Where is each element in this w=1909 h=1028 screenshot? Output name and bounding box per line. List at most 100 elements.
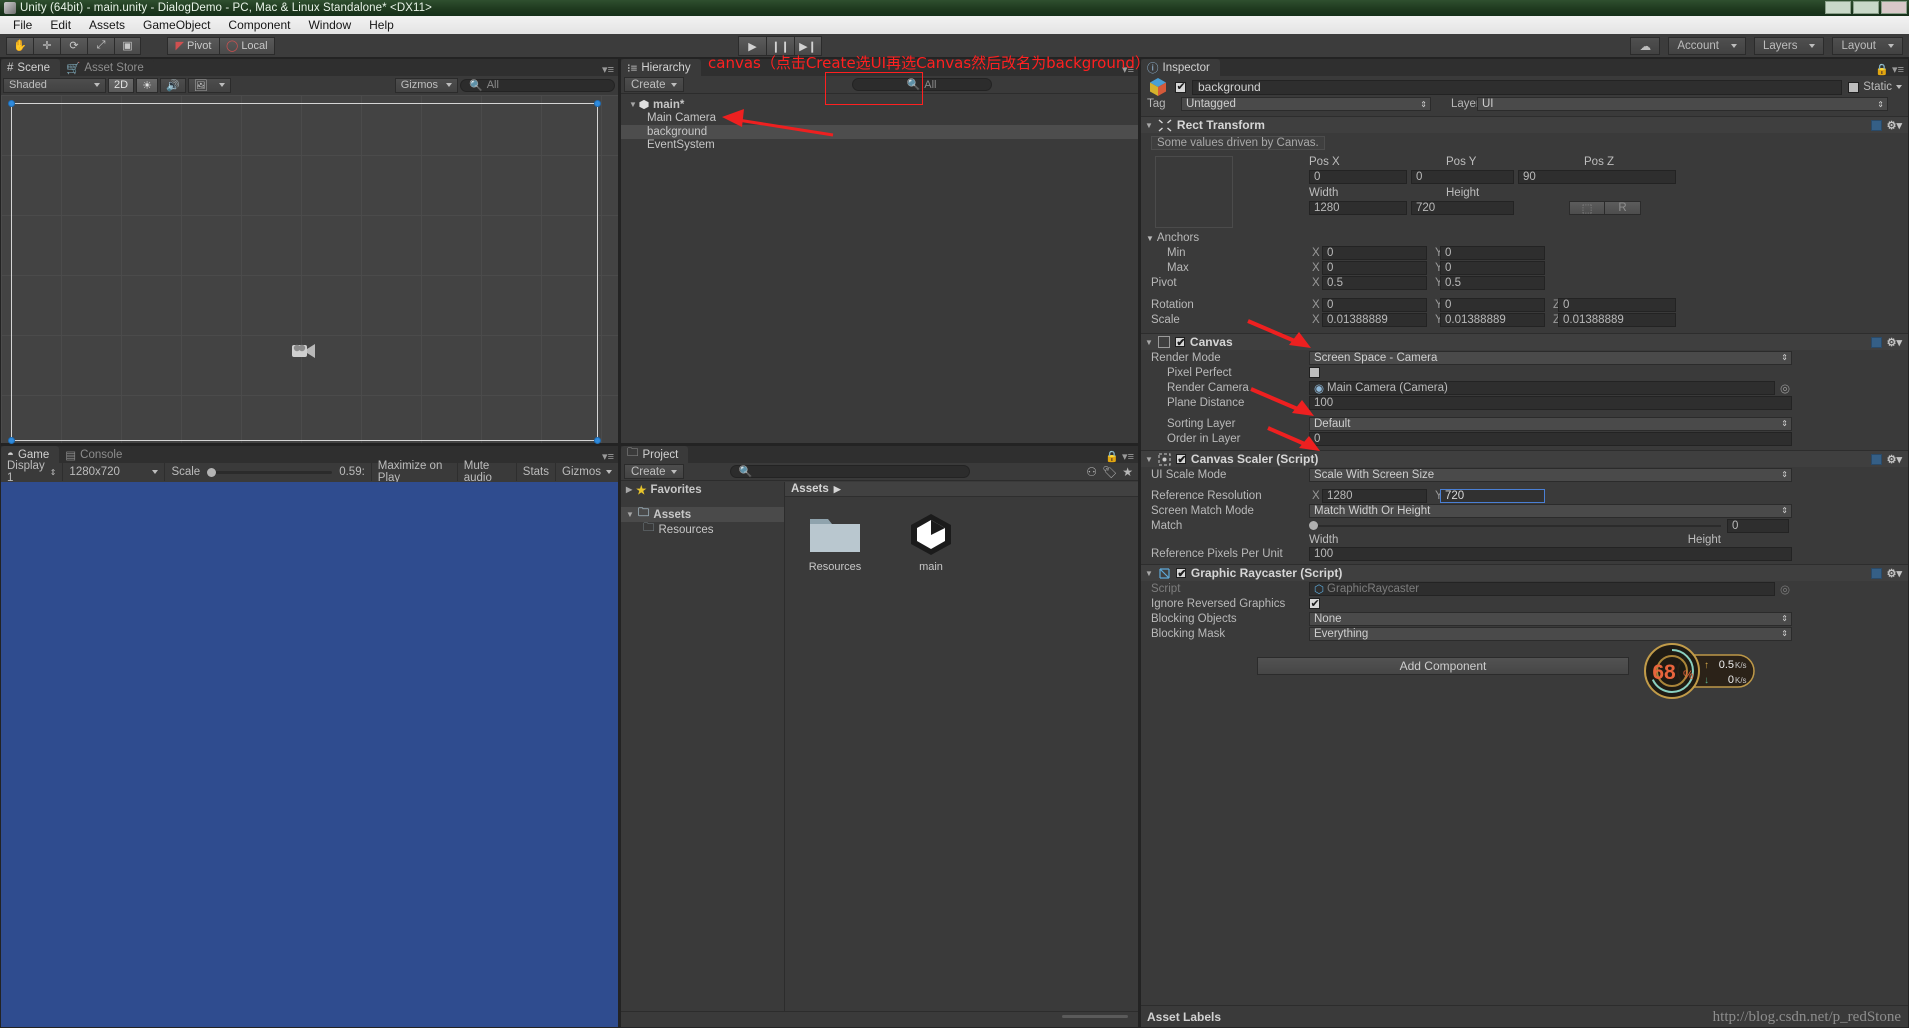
object-picker-icon[interactable]: ◎ bbox=[1780, 381, 1790, 395]
image-icon[interactable]: 🖼 bbox=[188, 78, 231, 93]
game-resolution-dropdown[interactable]: 1280x720 bbox=[63, 463, 165, 481]
rotation-x-field[interactable]: 0 bbox=[1322, 298, 1427, 312]
match-value-field[interactable]: 0 bbox=[1727, 519, 1789, 533]
sorting-layer-dropdown[interactable]: Default ⇕ bbox=[1309, 417, 1792, 431]
menu-gameobject[interactable]: GameObject bbox=[134, 17, 219, 33]
scale-z-field[interactable]: 0.01388889 bbox=[1558, 313, 1676, 327]
width-field[interactable]: 1280 bbox=[1309, 201, 1407, 215]
help-icon[interactable] bbox=[1871, 120, 1882, 131]
minimize-button[interactable] bbox=[1825, 1, 1851, 14]
rotation-z-field[interactable]: 0 bbox=[1558, 298, 1676, 312]
help-icon[interactable] bbox=[1871, 454, 1882, 465]
scene-2d-toggle[interactable]: 2D bbox=[108, 78, 134, 93]
scale-y-field[interactable]: 0.01388889 bbox=[1440, 313, 1545, 327]
scene-gizmos-dropdown[interactable]: Gizmos bbox=[395, 78, 458, 93]
tab-hierarchy[interactable]: ⁝≡ Hierarchy bbox=[621, 59, 701, 76]
component-header-graphic-raycaster[interactable]: ▼ Graphic Raycaster (Script) ⚙▾ bbox=[1141, 564, 1908, 581]
match-slider[interactable] bbox=[1309, 519, 1721, 533]
ignore-reversed-checkbox[interactable] bbox=[1309, 598, 1320, 609]
canvas-scaler-enabled-checkbox[interactable] bbox=[1176, 454, 1186, 464]
pos-z-field[interactable]: 90 bbox=[1518, 170, 1676, 184]
tab-asset-store[interactable]: 🛒 Asset Store bbox=[60, 59, 154, 76]
account-dropdown[interactable]: Account bbox=[1668, 37, 1746, 55]
mute-audio-toggle[interactable]: Mute audio bbox=[458, 463, 517, 481]
graphic-raycaster-enabled-checkbox[interactable] bbox=[1176, 568, 1186, 578]
resize-handle-tr[interactable] bbox=[594, 100, 601, 107]
gear-icon[interactable]: ⚙▾ bbox=[1887, 119, 1902, 132]
layer-dropdown[interactable]: UI ⇕ bbox=[1477, 97, 1888, 111]
anchor-min-x-field[interactable]: 0 bbox=[1322, 246, 1427, 260]
maximize-on-play-toggle[interactable]: Maximize on Play bbox=[372, 463, 458, 481]
menu-assets[interactable]: Assets bbox=[80, 17, 134, 33]
speaker-icon[interactable]: 🔊 bbox=[160, 78, 186, 93]
scene-viewport[interactable] bbox=[1, 95, 618, 443]
resize-handle-br[interactable] bbox=[594, 437, 601, 444]
menu-file[interactable]: File bbox=[4, 17, 41, 33]
blocking-mask-dropdown[interactable]: Everything ⇕ bbox=[1309, 627, 1792, 641]
ui-scale-mode-dropdown[interactable]: Scale With Screen Size ⇕ bbox=[1309, 468, 1792, 482]
order-in-layer-field[interactable]: 0 bbox=[1309, 432, 1792, 446]
scene-draw-mode-dropdown[interactable]: Shaded bbox=[3, 78, 106, 93]
rect-tool-icon[interactable]: ▣ bbox=[114, 37, 141, 55]
scale-slider-track[interactable] bbox=[207, 471, 332, 474]
tab-scene[interactable]: # Scene bbox=[1, 59, 60, 76]
help-icon[interactable] bbox=[1871, 337, 1882, 348]
local-toggle[interactable]: ◯ Local bbox=[219, 37, 275, 55]
maximize-button[interactable] bbox=[1853, 1, 1879, 14]
menu-window[interactable]: Window bbox=[299, 17, 360, 33]
pixel-perfect-checkbox[interactable] bbox=[1309, 367, 1320, 378]
anchors-foldout[interactable]: ▼Anchors bbox=[1141, 230, 1908, 245]
expand-triangle-icon[interactable]: ▼ bbox=[626, 510, 634, 519]
help-icon[interactable] bbox=[1871, 568, 1882, 579]
game-gizmos-dropdown[interactable]: Gizmos bbox=[556, 463, 618, 481]
pivot-x-field[interactable]: 0.5 bbox=[1322, 276, 1427, 290]
project-panel-menu-icon[interactable]: 🔒▾≡ bbox=[1105, 450, 1134, 463]
render-mode-dropdown[interactable]: Screen Space - Camera ⇕ bbox=[1309, 351, 1792, 365]
object-enabled-checkbox[interactable] bbox=[1175, 82, 1186, 93]
game-display-dropdown[interactable]: Display 1 ⇕ bbox=[1, 463, 63, 481]
lock-icon[interactable]: 🔒 bbox=[1105, 450, 1119, 463]
filter-by-type-icon[interactable]: ⚇ bbox=[1086, 465, 1097, 479]
screen-match-mode-dropdown[interactable]: Match Width Or Height ⇕ bbox=[1309, 504, 1792, 518]
zoom-slider[interactable] bbox=[1062, 1015, 1128, 1018]
anchor-preset-box[interactable] bbox=[1155, 156, 1233, 228]
canvas-enabled-checkbox[interactable] bbox=[1175, 337, 1185, 347]
stats-toggle[interactable]: Stats bbox=[517, 463, 556, 481]
blueprint-mode-button[interactable]: ⬚ bbox=[1569, 201, 1605, 215]
rotation-y-field[interactable]: 0 bbox=[1440, 298, 1545, 312]
foldout-triangle-icon[interactable]: ▼ bbox=[1145, 455, 1153, 464]
component-header-rect-transform[interactable]: ▼ Rect Transform ⚙▾ bbox=[1141, 116, 1908, 133]
component-header-canvas-scaler[interactable]: ▼ Canvas Scaler (Script) ⚙▾ bbox=[1141, 450, 1908, 467]
expand-triangle-icon[interactable]: ▶ bbox=[626, 485, 632, 494]
asset-item-main[interactable]: main bbox=[895, 511, 967, 573]
gear-icon[interactable]: ⚙▾ bbox=[1887, 453, 1902, 466]
project-tree-resources[interactable]: 🗀 Resources bbox=[621, 522, 784, 537]
move-tool-icon[interactable]: ✛ bbox=[33, 37, 60, 55]
scene-panel-menu-icon[interactable]: ▾≡ bbox=[602, 63, 614, 76]
plane-distance-field[interactable]: 100 bbox=[1309, 396, 1792, 410]
raw-edit-mode-button[interactable]: R bbox=[1605, 201, 1641, 215]
scale-x-field[interactable]: 0.01388889 bbox=[1322, 313, 1427, 327]
scale-tool-icon[interactable]: ⤢ bbox=[87, 37, 114, 55]
resize-handle-tl[interactable] bbox=[8, 100, 15, 107]
project-create-button[interactable]: Create bbox=[624, 464, 684, 479]
asset-item-resources[interactable]: Resources bbox=[799, 511, 871, 573]
pos-y-field[interactable]: 0 bbox=[1411, 170, 1514, 184]
static-checkbox[interactable] bbox=[1848, 82, 1859, 93]
window-controls[interactable] bbox=[1825, 1, 1907, 14]
menu-edit[interactable]: Edit bbox=[41, 17, 80, 33]
menu-component[interactable]: Component bbox=[219, 17, 299, 33]
match-slider-knob[interactable] bbox=[1309, 521, 1318, 530]
blocking-objects-dropdown[interactable]: None ⇕ bbox=[1309, 612, 1792, 626]
favorite-star-icon[interactable]: ★ bbox=[1122, 465, 1133, 479]
lock-icon[interactable]: 🔒 bbox=[1875, 63, 1889, 76]
component-header-canvas[interactable]: ▼ Canvas ⚙▾ bbox=[1141, 333, 1908, 350]
static-toggle[interactable]: Static bbox=[1848, 81, 1902, 93]
foldout-triangle-icon[interactable]: ▼ bbox=[1146, 234, 1154, 243]
inspector-panel-menu-icon[interactable]: 🔒▾≡ bbox=[1875, 63, 1904, 76]
hierarchy-item-eventsystem[interactable]: EventSystem bbox=[621, 139, 1138, 153]
project-assets-pane[interactable]: Assets ▶ Resources bbox=[785, 482, 1138, 1011]
layout-dropdown[interactable]: Layout bbox=[1832, 37, 1903, 55]
foldout-triangle-icon[interactable]: ▼ bbox=[1145, 338, 1153, 347]
tab-project[interactable]: 🗀 Project bbox=[621, 446, 688, 463]
